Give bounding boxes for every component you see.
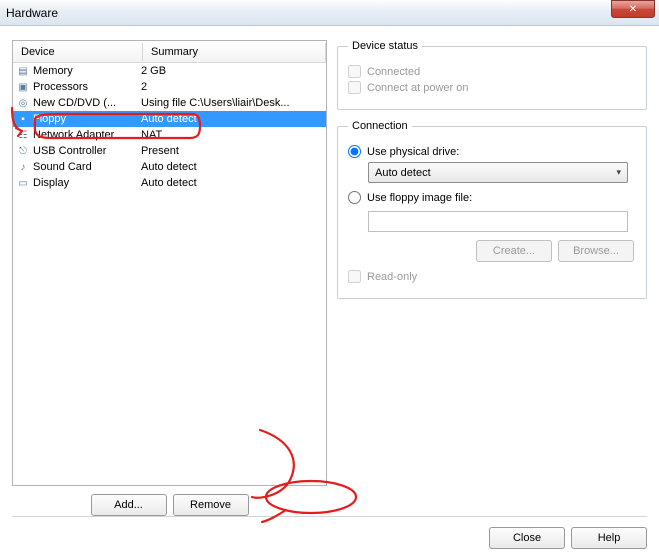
readonly-checkbox: [348, 270, 361, 283]
header-device[interactable]: Device: [13, 43, 143, 61]
device-name: Sound Card: [33, 161, 141, 173]
device-status-group: Device status Connected Connect at power…: [337, 40, 647, 110]
close-button[interactable]: Close: [489, 527, 565, 549]
use-image-radio[interactable]: [348, 191, 361, 204]
device-summary: Auto detect: [141, 161, 324, 173]
device-name: Display: [33, 177, 141, 189]
connected-label: Connected: [367, 66, 420, 78]
device-name: Floppy: [33, 113, 141, 125]
title-bar: Hardware ✕: [0, 0, 659, 26]
device-list-header: Device Summary: [13, 41, 326, 63]
image-path-input: [368, 211, 628, 232]
use-image-label: Use floppy image file:: [367, 192, 472, 204]
device-summary: Auto detect: [141, 177, 324, 189]
device-summary: Using file C:\Users\liair\Desk...: [141, 97, 324, 109]
network-icon: ☷: [15, 128, 31, 142]
connected-checkbox: [348, 65, 361, 78]
device-name: Memory: [33, 65, 141, 77]
device-list[interactable]: Device Summary ▤Memory2 GB▣Processors2◎N…: [12, 40, 327, 486]
device-row-memory[interactable]: ▤Memory2 GB: [13, 63, 326, 79]
floppy-icon: ▪: [15, 112, 31, 126]
device-summary: 2: [141, 81, 324, 93]
device-summary: 2 GB: [141, 65, 324, 77]
device-row-display[interactable]: ▭DisplayAuto detect: [13, 175, 326, 191]
use-physical-label: Use physical drive:: [367, 146, 459, 158]
readonly-label: Read-only: [367, 271, 417, 283]
cpu-icon: ▣: [15, 80, 31, 94]
use-physical-radio[interactable]: [348, 145, 361, 158]
device-row-new-cd-dvd-[interactable]: ◎New CD/DVD (...Using file C:\Users\liai…: [13, 95, 326, 111]
device-summary: NAT: [141, 129, 324, 141]
add-button[interactable]: Add...: [91, 494, 167, 516]
close-icon: ✕: [629, 4, 637, 15]
window-close-button[interactable]: ✕: [611, 0, 655, 18]
device-row-network-adapter[interactable]: ☷Network AdapterNAT: [13, 127, 326, 143]
sound-icon: ♪: [15, 160, 31, 174]
device-status-legend: Device status: [348, 40, 422, 52]
memory-icon: ▤: [15, 64, 31, 78]
connection-group: Connection Use physical drive: Auto dete…: [337, 120, 647, 299]
connect-poweron-checkbox: [348, 81, 361, 94]
browse-button: Browse...: [558, 240, 634, 262]
device-name: New CD/DVD (...: [33, 97, 141, 109]
disc-icon: ◎: [15, 96, 31, 110]
usb-icon: ⎋: [15, 144, 31, 158]
remove-button[interactable]: Remove: [173, 494, 249, 516]
device-row-usb-controller[interactable]: ⎋USB ControllerPresent: [13, 143, 326, 159]
device-name: USB Controller: [33, 145, 141, 157]
header-summary[interactable]: Summary: [143, 43, 326, 61]
window-title: Hardware: [6, 6, 653, 20]
device-name: Processors: [33, 81, 141, 93]
device-name: Network Adapter: [33, 129, 141, 141]
connection-legend: Connection: [348, 120, 412, 132]
device-summary: Auto detect: [141, 113, 324, 125]
device-summary: Present: [141, 145, 324, 157]
device-row-processors[interactable]: ▣Processors2: [13, 79, 326, 95]
create-button: Create...: [476, 240, 552, 262]
help-button[interactable]: Help: [571, 527, 647, 549]
physical-drive-combo[interactable]: Auto detect: [368, 162, 628, 183]
device-row-floppy[interactable]: ▪FloppyAuto detect: [13, 111, 326, 127]
physical-drive-value: Auto detect: [375, 167, 431, 179]
connect-poweron-label: Connect at power on: [367, 82, 469, 94]
display-icon: ▭: [15, 176, 31, 190]
device-row-sound-card[interactable]: ♪Sound CardAuto detect: [13, 159, 326, 175]
